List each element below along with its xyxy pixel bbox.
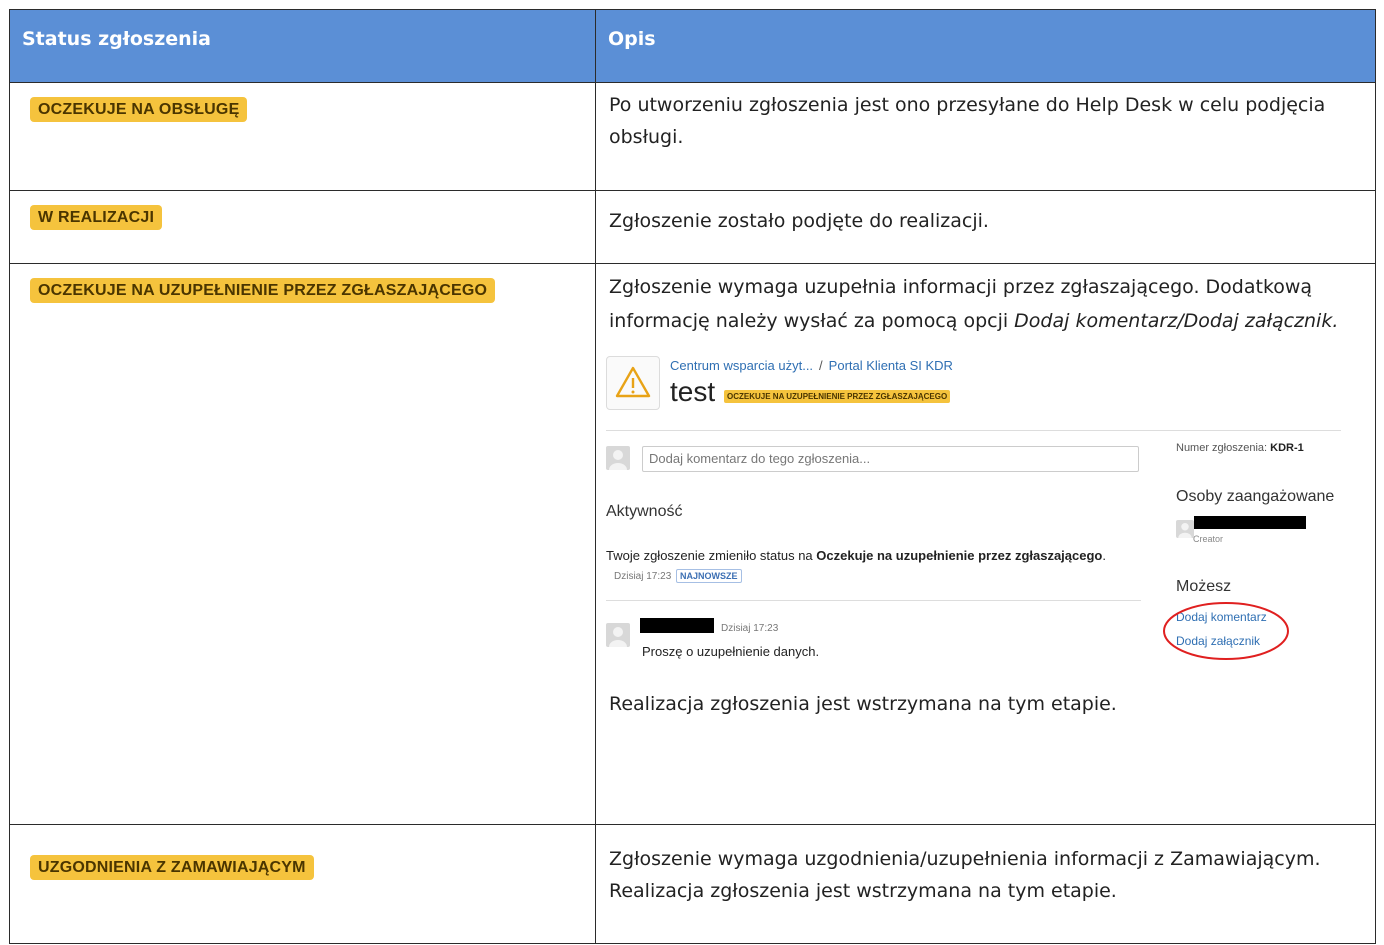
status-badge: OCZEKUJE NA OBSŁUGĘ — [30, 97, 248, 122]
avatar — [606, 623, 630, 647]
redacted-name — [1194, 516, 1306, 529]
table-header-row: Status zgłoszenia Opis — [9, 9, 1376, 83]
description-text: Zgłoszenie zostało podjęte do realizacji… — [609, 210, 989, 232]
divider — [606, 430, 1341, 431]
status-table: Status zgłoszenia Opis OCZEKUJE NA OBSŁU… — [9, 9, 1376, 944]
redacted-name — [640, 618, 714, 633]
description-cell: Zgłoszenie wymaga uzgodnienia/uzupełnien… — [595, 824, 1376, 944]
status-badge: OCZEKUJE NA UZUPEŁNIENIE PRZEZ ZGŁASZAJĄ… — [30, 278, 496, 303]
issue-number: Numer zgłoszenia: KDR-1 — [1176, 442, 1304, 454]
comment-time: Dzisiaj 17:23 — [721, 623, 779, 634]
status-badge: UZGODNIENIA Z ZAMAWIAJĄCYM — [30, 855, 314, 880]
status-badge: W REALIZACJI — [30, 205, 163, 230]
description-cell: Zgłoszenie wymaga uzupełnia informacji p… — [595, 263, 1376, 825]
actions-heading: Możesz — [1176, 578, 1232, 595]
embedded-screenshot: Centrum wsparcia użyt... / Portal Klienta … — [596, 338, 1356, 693]
description-footer: Realizacja zgłoszenia jest wstrzymana na… — [609, 693, 1117, 715]
issue-title: test — [670, 376, 716, 407]
breadcrumb-link-help-center[interactable]: Centrum wsparcia użyt... — [670, 358, 813, 373]
participants-heading: Osoby zaangażowane — [1176, 488, 1335, 505]
newest-badge: NAJNOWSZE — [676, 569, 742, 583]
table-row: UZGODNIENIA Z ZAMAWIAJĄCYM Zgłoszenie wy… — [9, 824, 1376, 944]
creator-label: Creator — [1193, 534, 1224, 544]
description-cell: Zgłoszenie zostało podjęte do realizacji… — [595, 190, 1376, 264]
activity-heading: Aktywność — [606, 503, 683, 520]
description-cell: Po utworzeniu zgłoszenia jest ono przesy… — [595, 82, 1376, 191]
table-row: OCZEKUJE NA UZUPEŁNIENIE PRZEZ ZGŁASZAJĄ… — [9, 263, 1376, 825]
avatar — [606, 446, 630, 470]
header-status: Status zgłoszenia — [9, 9, 596, 83]
status-cell: UZGODNIENIA Z ZAMAWIAJĄCYM — [9, 824, 596, 944]
description-italic: Dodaj komentarz/Dodaj załącznik. — [1014, 310, 1339, 332]
breadcrumb: Centrum wsparcia użyt... / Portal Klienta … — [670, 358, 953, 373]
table-row: OCZEKUJE NA OBSŁUGĘ Po utworzeniu zgłosz… — [9, 82, 1376, 191]
status-cell: W REALIZACJI — [9, 190, 596, 264]
description-text: Zgłoszenie wymaga uzgodnienia/uzupełnien… — [609, 848, 1321, 902]
status-change-text: Twoje zgłoszenie zmieniło status na Ocze… — [606, 548, 1106, 563]
header-description: Opis — [595, 9, 1376, 83]
avatar — [1176, 520, 1194, 538]
status-cell: OCZEKUJE NA OBSŁUGĘ — [9, 82, 596, 191]
warning-icon — [606, 356, 660, 410]
comment-text: Proszę o uzupełnienie danych. — [642, 644, 820, 659]
breadcrumb-separator: / — [819, 358, 823, 373]
table-row: W REALIZACJI Zgłoszenie zostało podjęte … — [9, 190, 1376, 264]
status-cell: OCZEKUJE NA UZUPEŁNIENIE PRZEZ ZGŁASZAJĄ… — [9, 263, 596, 825]
highlight-ellipse — [1163, 602, 1289, 660]
issue-status-badge: OCZEKUJE NA UZUPEŁNIENIE PRZEZ ZGŁASZAJĄ… — [724, 390, 951, 403]
comment-input[interactable]: Dodaj komentarz do tego zgłoszenia... — [642, 446, 1139, 472]
activity-time: Dzisiaj 17:23 — [614, 571, 672, 582]
description-text: Zgłoszenie wymaga uzupełnia informacji p… — [596, 264, 1375, 338]
breadcrumb-link-portal[interactable]: Portal Klienta SI KDR — [829, 358, 953, 373]
description-text: Po utworzeniu zgłoszenia jest ono przesy… — [609, 94, 1326, 148]
divider — [606, 600, 1141, 601]
